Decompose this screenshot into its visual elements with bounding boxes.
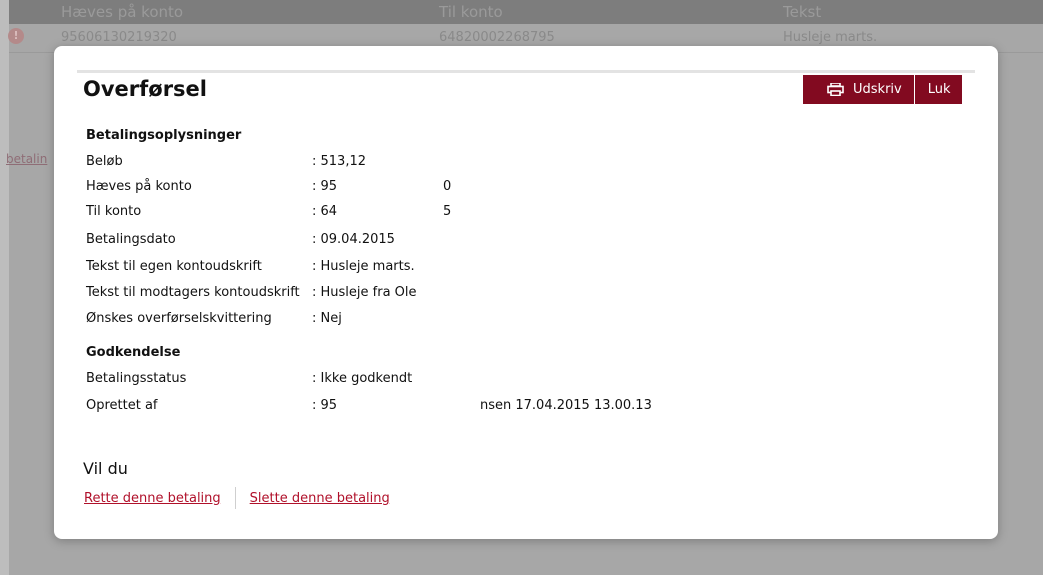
close-button-label: Luk (927, 82, 951, 97)
row-label: Tekst til modtagers kontoudskrift (86, 285, 300, 300)
row-value: : 513,12 (312, 154, 366, 169)
approval-section-title: Godkendelse (86, 345, 181, 360)
modal-top-divider (77, 70, 975, 73)
background-partial-link: betalin (6, 152, 48, 166)
row-value: : Nej (312, 311, 342, 326)
modal-title: Overførsel (83, 77, 208, 101)
bg-row-from-account: 95606130219320 (61, 30, 177, 45)
row-value: : 64 (312, 204, 338, 219)
row-label: Hæves på konto (86, 179, 192, 194)
row-value-tail: nsen 17.04.2015 13.00.13 (480, 398, 652, 413)
transfer-modal: Overførsel Udskriv Luk Betalingsoplysnin… (54, 46, 998, 539)
row-value-tail: 5 (443, 204, 452, 219)
modal-actions: Udskriv Luk (803, 75, 962, 104)
alert-icon: ! (8, 28, 24, 44)
background-table-header: Hæves på konto Til konto Tekst (9, 0, 1043, 24)
payment-section-title: Betalingsoplysninger (86, 128, 242, 143)
row-value-tail: 0 (443, 179, 452, 194)
edit-payment-link[interactable]: Rette denne betaling (84, 491, 221, 506)
payment-action-links: Rette denne betaling Slette denne betali… (84, 487, 390, 509)
row-label: Betalingsdato (86, 232, 176, 247)
row-label: Betalingsstatus (86, 371, 187, 386)
row-value: : 09.04.2015 (312, 232, 395, 247)
close-button[interactable]: Luk (914, 75, 962, 104)
page-left-strip (0, 0, 9, 575)
bg-col-to-account: Til konto (439, 3, 503, 21)
delete-payment-link[interactable]: Slette denne betaling (250, 491, 390, 506)
row-label: Ønskes overførselskvittering (86, 311, 272, 326)
row-value: : Husleje marts. (312, 259, 415, 274)
bg-row-text: Husleje marts. (783, 30, 878, 45)
bg-col-from-account: Hæves på konto (61, 3, 184, 21)
bg-row-to-account: 64820002268795 (439, 30, 555, 45)
print-button[interactable]: Udskriv (803, 75, 914, 104)
row-value: : Husleje fra Ole (312, 285, 417, 300)
row-label: Oprettet af (86, 398, 158, 413)
row-label: Tekst til egen kontoudskrift (86, 259, 262, 274)
row-value: : 95 (312, 179, 338, 194)
row-value: : 95 (312, 398, 338, 413)
row-label: Beløb (86, 154, 123, 169)
link-separator (234, 487, 236, 509)
actions-prompt: Vil du (83, 459, 128, 478)
printer-icon (827, 83, 844, 96)
print-button-label: Udskriv (853, 82, 902, 97)
row-label: Til konto (86, 204, 142, 219)
row-value: : Ikke godkendt (312, 371, 413, 386)
bg-col-text: Tekst (783, 3, 822, 21)
